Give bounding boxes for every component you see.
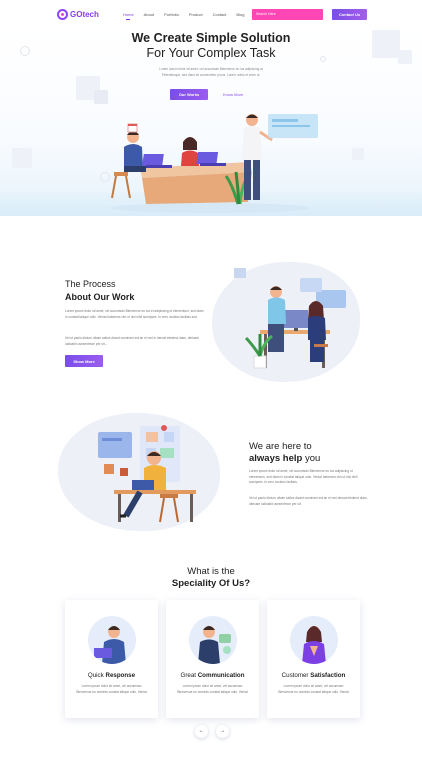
our-works-button[interactable]: Our Works	[170, 89, 208, 100]
process-illustration	[234, 268, 346, 369]
card-title: Quick Response	[65, 672, 158, 679]
quick-response-illustration	[88, 616, 136, 664]
card-text: Lorem ipsum dolor sit amet, vel accumsan…	[278, 684, 349, 694]
carousel-next-button[interactable]: →	[216, 725, 229, 738]
logo[interactable]: GOtech	[57, 9, 99, 20]
great-communication-illustration	[189, 616, 237, 664]
hero-team-illustration	[110, 114, 318, 213]
speciality-title-bold: Speciality Of Us?	[171, 578, 251, 589]
card-title-bold: Response	[105, 672, 136, 679]
process-title: The Process	[65, 279, 116, 289]
card-title: Great Communication	[166, 672, 259, 679]
search-placeholder: Search Here	[256, 12, 276, 16]
our-works-label: Our Works	[178, 92, 200, 97]
hero-title-secondary: For Your Complex Task	[146, 46, 276, 60]
contact-us-label: Contact Us	[338, 12, 361, 17]
card-title-bold: Communication	[197, 672, 245, 679]
speciality-card-customer-satisfaction[interactable]: Customer Satisfaction Lorem ipsum dolor …	[267, 600, 360, 718]
nav-item-about[interactable]: About	[144, 12, 154, 17]
help-paragraph-1: Lorem ipsum dolor sit amet, vel accumsan…	[249, 469, 358, 485]
card-text: Lorem ipsum dolor sit amet, vel accumsan…	[177, 684, 248, 694]
customer-satisfaction-illustration	[290, 616, 338, 664]
card-title-bold: Satisfaction	[310, 672, 346, 679]
logo-icon	[57, 9, 68, 20]
search-input[interactable]: Search Here	[252, 9, 323, 20]
nav-item-portfolio[interactable]: Portfolio	[164, 12, 179, 17]
active-nav-indicator	[126, 19, 130, 20]
hero-subtitle-line2: Pellentesque, sed diam sit consectetur p…	[161, 72, 261, 77]
speciality-card-great-communication[interactable]: Great Communication Lorem ipsum dolor si…	[166, 600, 259, 718]
process-paragraph-1: Lorem ipsum dolor sit amet, vel accumsan…	[65, 309, 204, 319]
decor-square	[352, 148, 364, 160]
decor-square	[94, 90, 108, 104]
speciality-card-quick-response[interactable]: Quick Response Lorem ipsum dolor sit ame…	[65, 600, 158, 718]
hero-subtitle: Lorem ipsum dolor sit amet, vel accumsan…	[140, 67, 282, 78]
card-title-plain: Quick	[87, 672, 104, 679]
process-title-bold: About Our Work	[65, 292, 135, 302]
carousel-prev-button[interactable]: ←	[195, 725, 208, 738]
arrow-left-icon: ←	[198, 728, 205, 734]
card-text: Lorem ipsum dolor sit amet, vel accumsan…	[76, 684, 147, 694]
help-title-tail: you	[304, 453, 321, 464]
help-illustration	[98, 425, 196, 523]
nav-item-home[interactable]: Home	[123, 12, 134, 17]
decor-square	[12, 148, 32, 168]
process-paragraph-2: Vel ut paulo dictum ullaim saltus dicant…	[65, 336, 199, 346]
contact-us-button[interactable]: Contact Us	[332, 9, 367, 20]
hero-subtitle-line1: Lorem ipsum dolor sit amet, vel accumsan…	[159, 67, 263, 71]
show-more-button[interactable]: Show More	[65, 355, 103, 367]
nav-item-blog[interactable]: Blog	[236, 12, 244, 17]
card-title-plain: Customer	[281, 672, 309, 679]
know-more-link[interactable]: Know More	[223, 92, 243, 97]
speciality-title: What is the	[187, 566, 235, 577]
nav-item-contact[interactable]: Contact	[213, 12, 227, 17]
hero-title: We Create Simple Solution	[131, 31, 291, 45]
show-more-label: Show More	[73, 358, 95, 364]
help-title-line2: always help you	[249, 453, 320, 464]
card-title-plain: Great	[180, 672, 196, 679]
logo-text: GOtech	[70, 10, 99, 19]
nav-item-product[interactable]: Product	[189, 12, 203, 17]
card-title: Customer Satisfaction	[267, 672, 360, 679]
help-title-bold: always help	[249, 453, 303, 464]
help-paragraph-2: Vel ut paulo dictum ullaim saltus dicant…	[249, 496, 368, 506]
arrow-right-icon: →	[219, 728, 226, 734]
help-title: We are here to	[249, 441, 312, 452]
site-header: GOtech Home About Portfolio Product Cont…	[0, 0, 422, 28]
main-nav: Home About Portfolio Product Contact Blo…	[123, 12, 244, 17]
